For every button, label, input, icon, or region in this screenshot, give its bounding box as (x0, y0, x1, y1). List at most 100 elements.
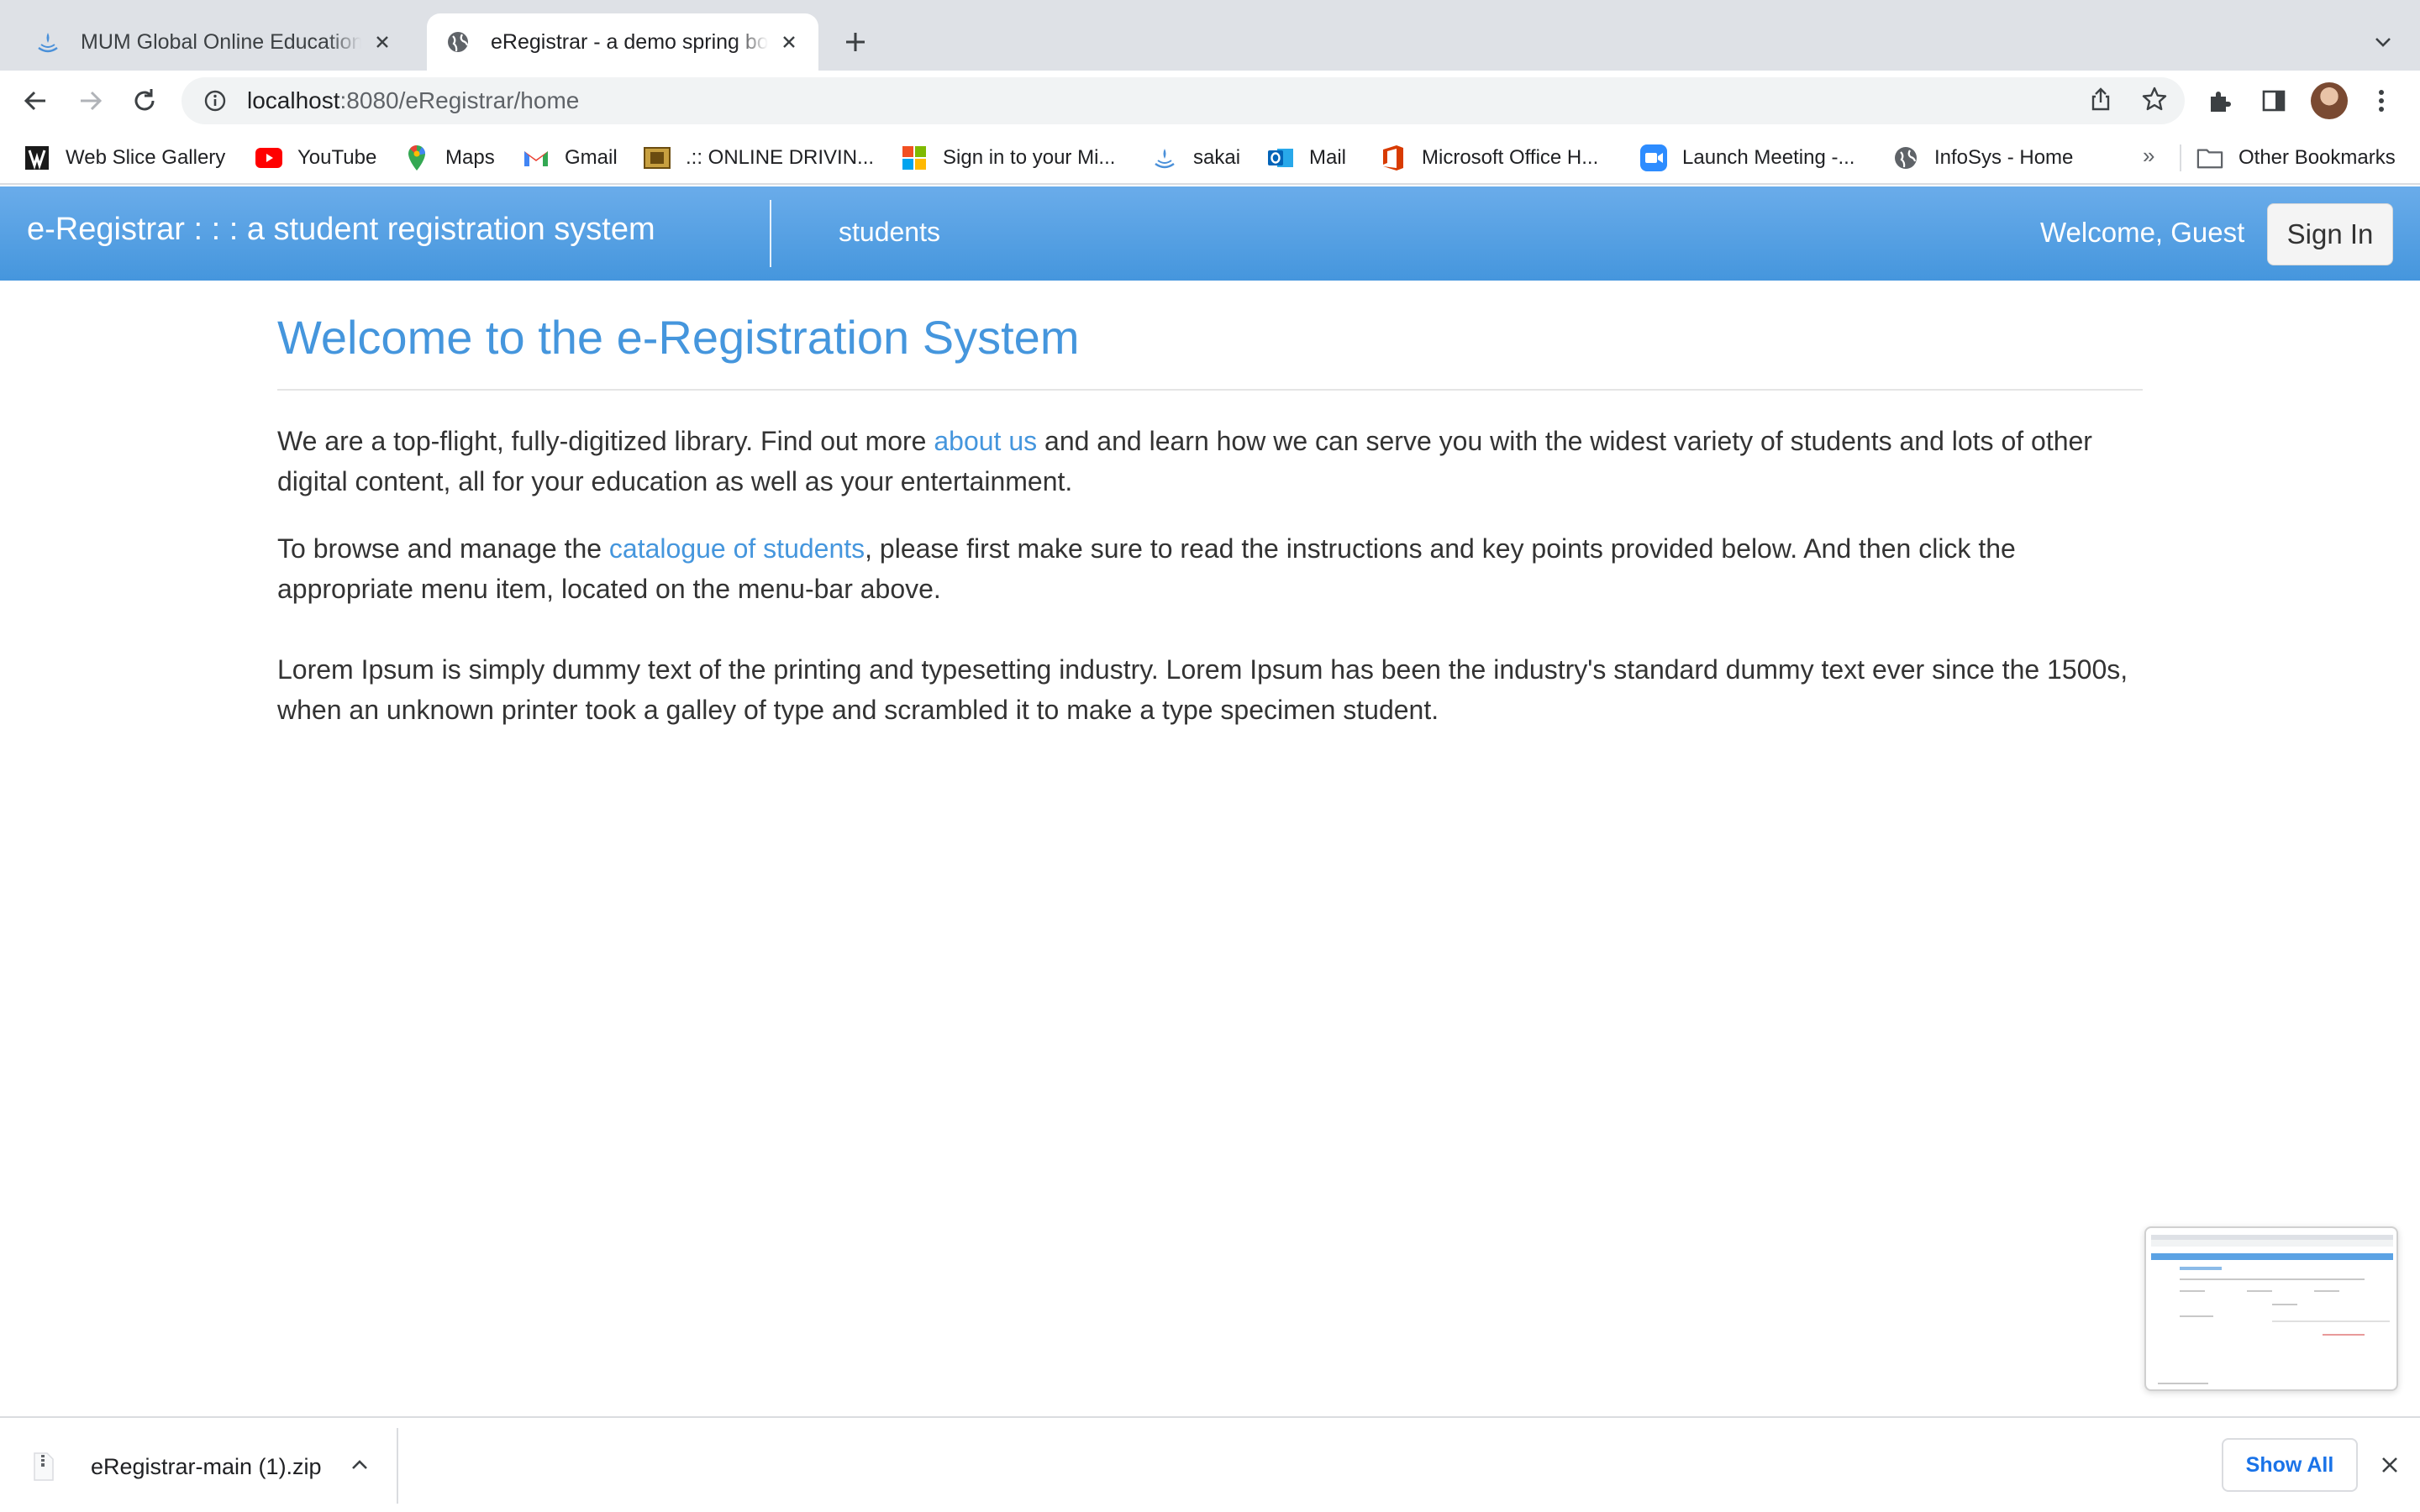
bookmark-launch-meeting[interactable]: Launch Meeting -... (1640, 143, 1854, 173)
back-button[interactable] (17, 82, 54, 119)
catalogue-of-students-link[interactable]: catalogue of students (609, 533, 865, 564)
bookmark-label: Microsoft Office H... (1422, 146, 1599, 169)
chrome-menu-button[interactable] (2363, 82, 2400, 119)
microsoft-icon (901, 144, 928, 171)
bookmark-label: InfoSys - Home (1934, 146, 2074, 169)
preview-line (2180, 1315, 2213, 1317)
browser-toolbar: localhost:8080/eRegistrar/home (0, 71, 2420, 131)
tab-search-button[interactable] (2366, 25, 2400, 59)
globe-icon (1892, 144, 1919, 171)
welcome-text: Welcome, Guest (2040, 217, 2245, 248)
more-vertical-icon (2379, 90, 2384, 112)
tab-title: eRegistrar - a demo spring boot (491, 29, 768, 54)
bookmarks-overflow-button[interactable]: » (2143, 143, 2154, 169)
address-bar[interactable]: localhost:8080/eRegistrar/home (182, 77, 2185, 124)
download-shelf: eRegistrar-main (1).zip Show All (0, 1416, 2420, 1512)
bookmark-maps[interactable]: Maps (403, 143, 495, 173)
bookmark-office-home[interactable]: Microsoft Office H... (1380, 143, 1598, 173)
brand-title[interactable]: e-Registrar : : : a student registration… (27, 212, 655, 248)
close-download-shelf-button[interactable] (2375, 1450, 2405, 1480)
browse-text-before: To browse and manage the (277, 533, 609, 564)
url-path: :8080/eRegistrar/home (339, 87, 580, 113)
bookmark-label: Sign in to your Mi... (943, 146, 1116, 169)
bookmark-infosys-home[interactable]: InfoSys - Home (1892, 143, 2073, 173)
tab-eregistrar[interactable]: eRegistrar - a demo spring boot (427, 13, 818, 71)
bookmark-web-slice-gallery[interactable]: Web Slice Gallery (24, 143, 225, 173)
about-us-link[interactable]: about us (934, 426, 1037, 456)
bookmark-youtube[interactable]: YouTube (255, 143, 376, 173)
intro-paragraph: We are a top-flight, fully-digitized lib… (277, 421, 2143, 501)
chevron-up-icon (352, 1460, 367, 1469)
lorem-paragraph: Lorem Ipsum is simply dummy text of the … (277, 654, 2128, 726)
preview-line (2158, 1383, 2208, 1384)
intro-text-before: We are a top-flight, fully-digitized lib… (277, 426, 934, 457)
folder-icon (2196, 144, 2223, 171)
preview-line (2247, 1290, 2272, 1292)
url-host: localhost (247, 87, 340, 113)
bookmark-mail[interactable]: Mail (1267, 143, 1346, 173)
puzzle-icon (2211, 92, 2231, 112)
bookmark-gmail[interactable]: Gmail (523, 143, 618, 173)
close-icon[interactable] (370, 29, 395, 55)
bookmark-label: sakai (1193, 146, 1241, 169)
url-text: localhost:8080/eRegistrar/home (247, 87, 579, 114)
office-icon (1380, 144, 1407, 171)
gmail-icon (523, 144, 550, 171)
preview-line (2323, 1334, 2365, 1336)
preview-line (2272, 1304, 2297, 1305)
bookmark-online-driving[interactable]: .:: ONLINE DRIVIN... (644, 143, 874, 173)
preview-line (2180, 1278, 2365, 1280)
bookmark-sakai[interactable]: sakai (1151, 143, 1240, 173)
profile-avatar[interactable] (2311, 82, 2348, 119)
tab-title: MUM Global Online Education (81, 29, 361, 54)
maps-pin-icon (403, 144, 430, 171)
other-bookmarks-folder[interactable]: Other Bookmarks (2196, 143, 2396, 173)
preview-line (2180, 1290, 2205, 1292)
sakai-fountain-icon (34, 28, 62, 56)
bookmark-sign-in-microsoft[interactable]: Sign in to your Mi... (901, 143, 1115, 173)
divider (277, 389, 2143, 391)
close-icon (2382, 1457, 2397, 1473)
bookmark-label: Gmail (565, 146, 618, 169)
bookmark-label: .:: ONLINE DRIVIN... (686, 146, 875, 169)
preview-navbar (2151, 1253, 2393, 1260)
film-icon (644, 144, 671, 171)
preview-toolbar (2151, 1240, 2393, 1247)
nav-students-link[interactable]: students (839, 217, 940, 248)
star-icon (2142, 87, 2167, 111)
share-button[interactable] (2082, 81, 2119, 118)
forward-button[interactable] (72, 82, 109, 119)
preview-line (2272, 1320, 2390, 1322)
web-slice-icon (24, 144, 50, 171)
close-icon[interactable] (776, 29, 802, 55)
arrow-left-icon (24, 91, 45, 111)
zoom-icon (1640, 144, 1667, 171)
zip-file-icon (34, 1452, 54, 1481)
youtube-icon (255, 144, 282, 171)
download-options-button[interactable] (345, 1450, 375, 1480)
bookmark-label: Maps (445, 146, 495, 169)
navbar-divider (770, 200, 771, 267)
download-item[interactable]: eRegistrar-main (1).zip (34, 1450, 322, 1483)
extensions-button[interactable] (2202, 82, 2238, 119)
show-all-downloads-button[interactable]: Show All (2222, 1438, 2358, 1492)
tab-strip: MUM Global Online Education eRegistrar -… (0, 0, 2420, 71)
info-icon[interactable] (198, 84, 232, 118)
side-panel-icon (2262, 90, 2286, 112)
new-tab-button[interactable] (835, 22, 876, 62)
app-navbar: e-Registrar : : : a student registration… (0, 186, 2420, 281)
browse-paragraph: To browse and manage the catalogue of st… (277, 528, 2143, 609)
other-bookmarks-label: Other Bookmarks (2238, 146, 2396, 169)
page-preview-thumbnail[interactable] (2144, 1226, 2398, 1391)
globe-icon (444, 28, 472, 56)
tab-mum-global[interactable]: MUM Global Online Education (17, 13, 412, 71)
download-filename: eRegistrar-main (1).zip (91, 1453, 322, 1479)
share-icon (2091, 87, 2110, 111)
reload-button[interactable] (126, 82, 163, 119)
sign-in-button[interactable]: Sign In (2267, 203, 2393, 265)
preview-line (2314, 1290, 2339, 1292)
bookmark-star-button[interactable] (2136, 81, 2173, 118)
page-title: Welcome to the e-Registration System (277, 311, 1080, 364)
side-panel-button[interactable] (2255, 82, 2292, 119)
preview-heading (2180, 1267, 2222, 1270)
